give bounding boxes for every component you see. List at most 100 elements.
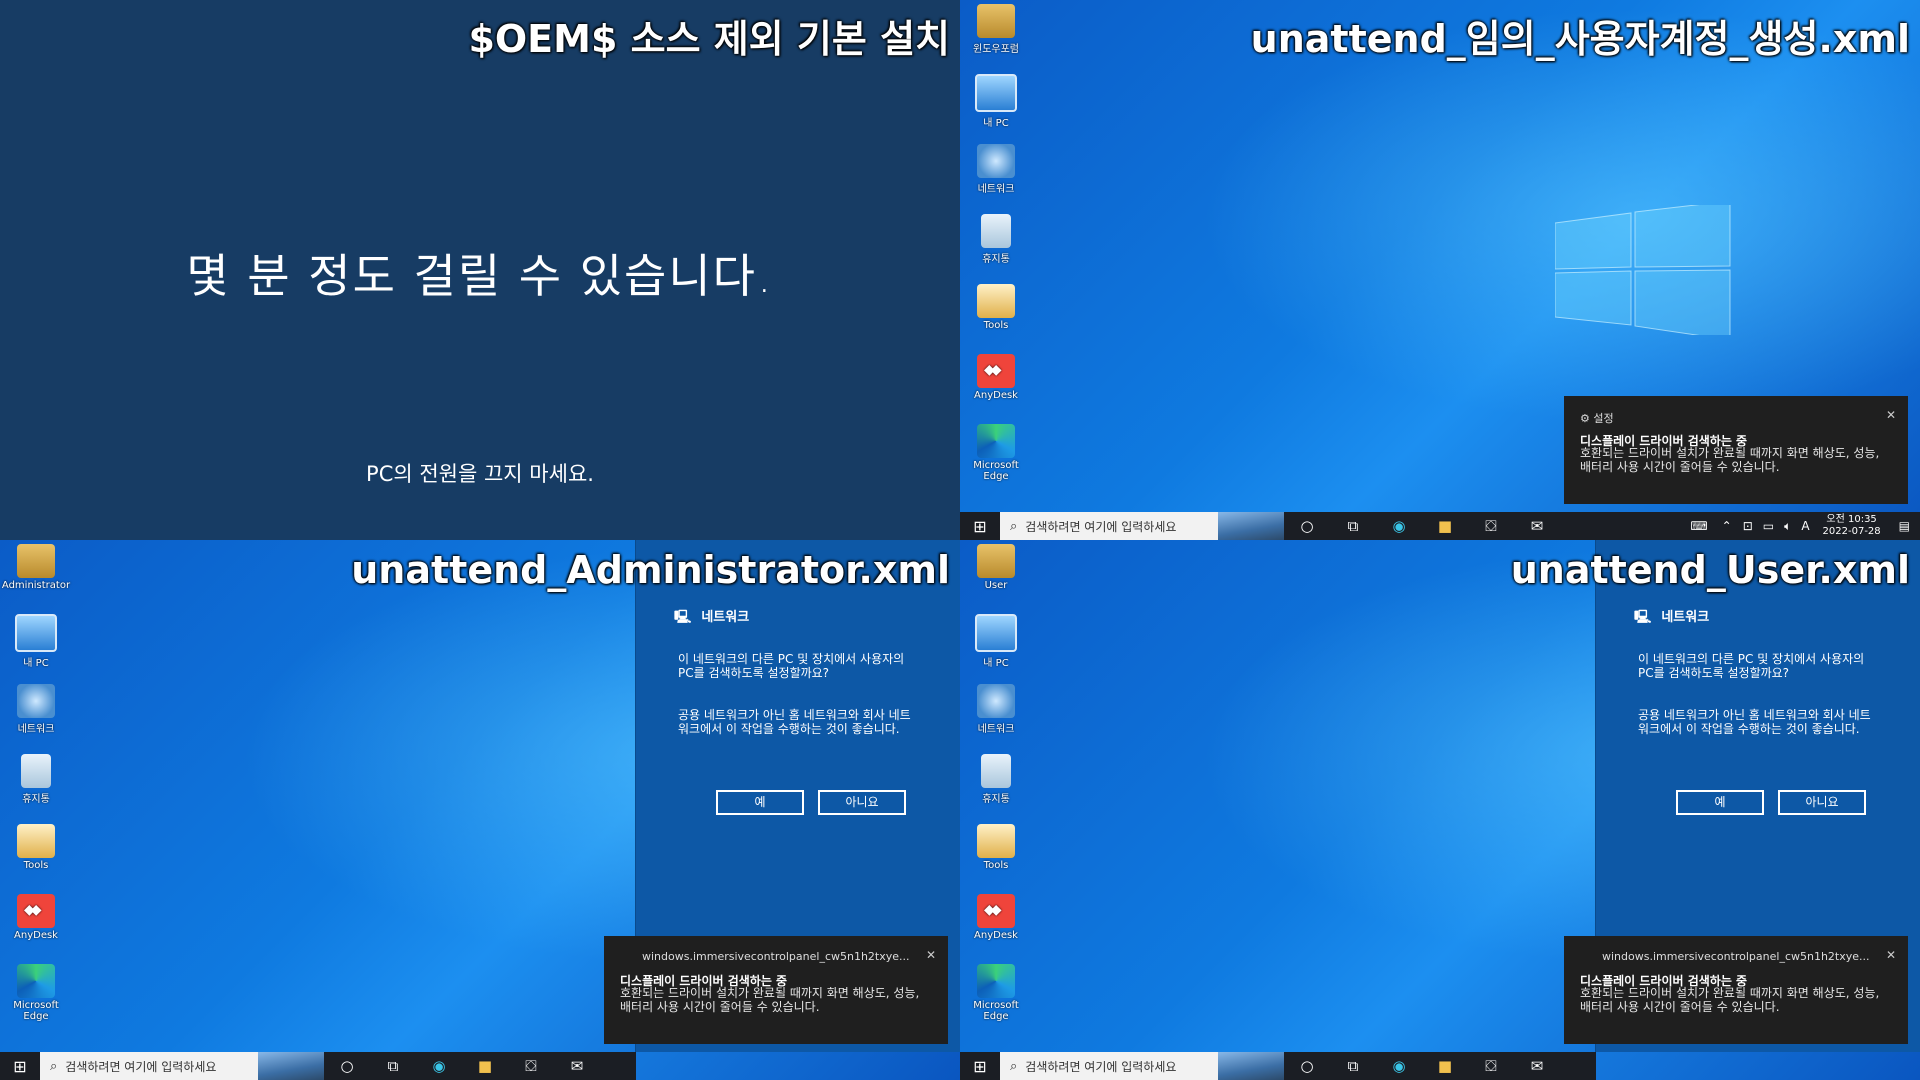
- start-button[interactable]: ⊞: [0, 1052, 40, 1080]
- yes-button[interactable]: 예: [716, 790, 804, 815]
- desktop-icon-user-folder[interactable]: Administrator: [1, 544, 71, 606]
- start-button[interactable]: ⊞: [960, 1052, 1000, 1080]
- network-icon: [977, 684, 1015, 718]
- desktop-icon-anydesk[interactable]: AnyDesk: [961, 894, 1031, 956]
- notification-icon[interactable]: ▤: [1899, 519, 1910, 533]
- desktop-icon-tools[interactable]: Tools: [961, 284, 1031, 346]
- windows-icon: ⊞: [973, 516, 987, 536]
- store-button[interactable]: ⛋: [1468, 517, 1514, 535]
- taskbar: ⊞ ⌕ 검색하려면 여기에 입력하세요 ○ ⧉ ◉ ■ ⛋ ✉ ⌨ ⌃ ⊡ ▭ 🔈…: [960, 512, 1920, 540]
- task-view-button[interactable]: ⧉: [1330, 1057, 1376, 1075]
- edge-icon: [977, 964, 1015, 998]
- volume-icon[interactable]: 🔈︎: [1784, 519, 1791, 534]
- file-explorer-button[interactable]: ■: [462, 1057, 508, 1075]
- mail-button[interactable]: ✉: [1514, 517, 1560, 535]
- edge-taskbar-button[interactable]: ◉: [416, 1057, 462, 1075]
- cortana-button[interactable]: ○: [324, 1057, 370, 1075]
- desktop-icon-tools[interactable]: Tools: [961, 824, 1031, 886]
- toast-app-name: ⚙ 설정: [1580, 412, 1614, 425]
- mail-button[interactable]: ✉: [1514, 1057, 1560, 1075]
- overlay-caption: unattend_임의_사용자계정_생성.xml: [1250, 17, 1910, 61]
- display-driver-toast[interactable]: windows.immersivecontrolpanel_cw5n1h2txy…: [1564, 936, 1908, 1044]
- cortana-button[interactable]: ○: [1284, 1057, 1330, 1075]
- anydesk-icon: [977, 894, 1015, 928]
- taskbar: ⊞ ⌕ 검색하려면 여기에 입력하세요 ○ ⧉ ◉ ■ ⛋ ✉: [0, 1052, 636, 1080]
- user-folder-icon: [17, 544, 55, 578]
- desktop-icon-recycle-bin[interactable]: 휴지통: [961, 754, 1031, 816]
- task-view-button[interactable]: ⧉: [370, 1057, 416, 1075]
- task-view-button[interactable]: ⧉: [1330, 517, 1376, 535]
- clock[interactable]: 오전 10:35 2022-07-28: [1823, 514, 1881, 538]
- desktop-icon-user-folder[interactable]: 윈도우포럼: [961, 4, 1031, 66]
- desktop-icon-this-pc[interactable]: 내 PC: [961, 74, 1031, 136]
- tools-folder-icon: [977, 284, 1015, 318]
- close-icon[interactable]: ✕: [926, 948, 936, 962]
- desktop-icon-user-folder[interactable]: User: [961, 544, 1031, 606]
- search-icon: ⌕: [1010, 518, 1018, 534]
- toast-body: 호환되는 드라이버 설치가 완료될 때까지 화면 해상도, 성능, 배터리 사용…: [620, 986, 920, 1014]
- device-icon[interactable]: ⊡: [1743, 519, 1753, 533]
- desktop-icon-anydesk[interactable]: AnyDesk: [961, 354, 1031, 416]
- desktop-icon-edge[interactable]: Microsoft Edge: [1, 964, 71, 1026]
- store-button[interactable]: ⛋: [508, 1057, 554, 1075]
- desktop-icon-edge[interactable]: Microsoft Edge: [961, 424, 1031, 486]
- task-view-icon: ⧉: [1347, 1057, 1359, 1075]
- search-box[interactable]: ⌕ 검색하려면 여기에 입력하세요: [40, 1052, 324, 1080]
- panel-header: 🖳︎ 네트워크: [674, 610, 750, 625]
- yes-button[interactable]: 예: [1676, 790, 1764, 815]
- keyboard-icon[interactable]: ⌨: [1690, 519, 1707, 533]
- task-view-icon: ⧉: [387, 1057, 399, 1075]
- desktop-icon-edge[interactable]: Microsoft Edge: [961, 964, 1031, 1026]
- desktop-icon-tools[interactable]: Tools: [1, 824, 71, 886]
- circle-icon: ○: [1300, 1057, 1314, 1075]
- search-box[interactable]: ⌕ 검색하려면 여기에 입력하세요: [1000, 1052, 1284, 1080]
- display-driver-toast[interactable]: windows.immersivecontrolpanel_cw5n1h2txy…: [604, 936, 948, 1044]
- network-icon: 🖳︎: [674, 610, 692, 625]
- desktop-icon-this-pc[interactable]: 내 PC: [961, 614, 1031, 676]
- desktop-icon-network[interactable]: 네트워크: [961, 684, 1031, 746]
- no-button[interactable]: 아니요: [1778, 790, 1866, 815]
- edge-icon: [17, 964, 55, 998]
- desktop-icon-network[interactable]: 네트워크: [1, 684, 71, 746]
- toast-body: 호환되는 드라이버 설치가 완료될 때까지 화면 해상도, 성능, 배터리 사용…: [1580, 446, 1880, 474]
- edge-icon: ◉: [432, 1057, 446, 1075]
- edge-taskbar-button[interactable]: ◉: [1376, 517, 1422, 535]
- desktop-icon-anydesk[interactable]: AnyDesk: [1, 894, 71, 956]
- close-icon[interactable]: ✕: [1886, 948, 1896, 962]
- file-explorer-button[interactable]: ■: [1422, 517, 1468, 535]
- search-box[interactable]: ⌕ 검색하려면 여기에 입력하세요: [1000, 512, 1284, 540]
- edge-icon: [977, 424, 1015, 458]
- anydesk-icon: [977, 354, 1015, 388]
- network-tray-icon[interactable]: ▭: [1763, 519, 1774, 533]
- tools-folder-icon: [977, 824, 1015, 858]
- store-icon: ⛋: [1485, 1057, 1497, 1075]
- no-button[interactable]: 아니요: [818, 790, 906, 815]
- close-icon[interactable]: ✕: [1886, 408, 1896, 422]
- desktop-icon-network[interactable]: 네트워크: [961, 144, 1031, 206]
- store-button[interactable]: ⛋: [1468, 1057, 1514, 1075]
- mail-button[interactable]: ✉: [554, 1057, 600, 1075]
- panel-header: 🖳︎ 네트워크: [1634, 610, 1710, 625]
- overlay-caption: $OEM$ 소스 제외 기본 설치: [468, 17, 950, 61]
- computer-icon: [15, 614, 57, 652]
- cortana-button[interactable]: ○: [1284, 517, 1330, 535]
- chevron-up-icon[interactable]: ⌃: [1722, 519, 1732, 533]
- settings-toast[interactable]: ⚙ 설정 ✕ 디스플레이 드라이버 검색하는 중 호환되는 드라이버 설치가 완…: [1564, 396, 1908, 504]
- computer-icon: [975, 74, 1017, 112]
- toast-app-name: windows.immersivecontrolpanel_cw5n1h2txy…: [642, 950, 910, 963]
- edge-icon: ◉: [1392, 1057, 1406, 1075]
- desktop-icon-this-pc[interactable]: 내 PC: [1, 614, 71, 676]
- search-highlight-image: [1218, 1052, 1284, 1080]
- overlay-caption: unattend_Administrator.xml: [351, 548, 950, 592]
- start-button[interactable]: ⊞: [960, 512, 1000, 540]
- desktop-icon-recycle-bin[interactable]: 휴지통: [961, 214, 1031, 276]
- desktop-icon-recycle-bin[interactable]: 휴지통: [1, 754, 71, 816]
- store-icon: ⛋: [525, 1057, 537, 1075]
- ime-indicator[interactable]: A: [1801, 519, 1809, 533]
- oobe-screen: $OEM$ 소스 제외 기본 설치 몇 분 정도 걸릴 수 있습니다. PC의 …: [0, 0, 960, 540]
- toast-app-name: windows.immersivecontrolpanel_cw5n1h2txy…: [1602, 950, 1870, 963]
- file-explorer-button[interactable]: ■: [1422, 1057, 1468, 1075]
- recycle-bin-icon: [21, 754, 51, 788]
- edge-taskbar-button[interactable]: ◉: [1376, 1057, 1422, 1075]
- clock-time: 오전 10:35: [1826, 514, 1877, 525]
